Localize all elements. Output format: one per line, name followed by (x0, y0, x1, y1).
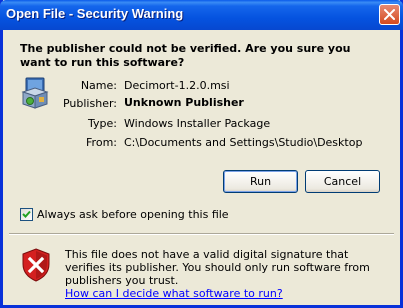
installer-package-icon (20, 76, 50, 113)
security-warning-dialog: Open File - Security Warning The publish… (0, 0, 403, 308)
warning-description: This file does not have a valid digital … (65, 248, 370, 287)
run-button[interactable]: Run (223, 170, 298, 193)
close-button[interactable] (379, 4, 400, 25)
publisher-label: Publisher: (62, 97, 117, 110)
name-label: Name: (80, 79, 117, 92)
warning-message: This file does not have a valid digital … (65, 248, 385, 300)
name-value: Decimort-1.2.0.msi (124, 79, 230, 92)
from-value: C:\Documents and Settings\Studio\Desktop (124, 136, 363, 149)
type-value: Windows Installer Package (124, 117, 271, 130)
title-bar[interactable]: Open File - Security Warning (0, 0, 403, 30)
type-label: Type: (88, 117, 117, 130)
cancel-button[interactable]: Cancel (305, 170, 380, 193)
always-ask-checkbox[interactable] (20, 208, 33, 221)
divider (9, 233, 394, 235)
publisher-value: Unknown Publisher (124, 96, 244, 109)
always-ask-label[interactable]: Always ask before opening this file (37, 208, 229, 221)
help-link[interactable]: How can I decide what software to run? (65, 287, 283, 300)
from-label: From: (86, 136, 117, 149)
warning-question: The publisher could not be verified. Are… (20, 42, 351, 69)
window-title: Open File - Security Warning (6, 6, 184, 21)
security-shield-icon (21, 248, 51, 285)
checkmark-icon (22, 210, 31, 218)
close-icon (384, 9, 395, 20)
dialog-body: The publisher could not be verified. Are… (3, 30, 400, 305)
